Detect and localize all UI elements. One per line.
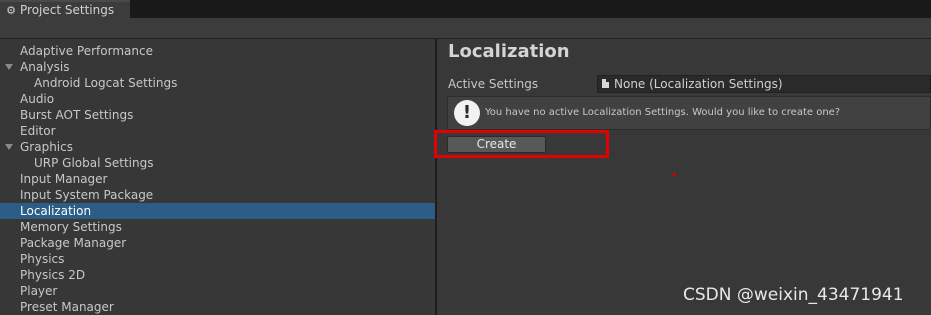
sidebar-item-label: Android Logcat Settings	[34, 76, 178, 90]
sidebar-item-label: URP Global Settings	[34, 156, 154, 170]
watermark: CSDN @weixin_43471941	[683, 285, 904, 305]
sidebar-item-input-manager[interactable]: Input Manager	[0, 171, 435, 187]
create-button[interactable]: Create	[447, 136, 546, 153]
sidebar-item-label: Physics	[20, 252, 65, 266]
warning-helpbox: ! You have no active Localization Settin…	[447, 96, 931, 130]
sidebar-item-label: Editor	[20, 124, 56, 138]
sidebar-item-adaptive-performance[interactable]: Adaptive Performance	[0, 43, 435, 59]
window-titlebar: ⚙ Project Settings	[0, 0, 931, 18]
sidebar-item-label: Localization	[20, 204, 92, 218]
sidebar-item-label: Preset Manager	[20, 300, 114, 314]
sidebar-item-label: Burst AOT Settings	[20, 108, 134, 122]
sidebar-item-graphics[interactable]: Graphics	[0, 139, 435, 155]
help-message: You have no active Localization Settings…	[485, 107, 841, 118]
sidebar-item-label: Analysis	[20, 60, 70, 74]
sidebar-item-player[interactable]: Player	[0, 283, 435, 299]
sidebar-item-burst-aot-settings[interactable]: Burst AOT Settings	[0, 107, 435, 123]
settings-sidebar: Adaptive Performance Analysis Android Logc…	[0, 39, 437, 315]
sidebar-item-label: Physics 2D	[20, 268, 86, 282]
sidebar-item-physics-2d[interactable]: Physics 2D	[0, 267, 435, 283]
active-settings-label: Active Settings	[448, 77, 539, 91]
sidebar-item-android-logcat-settings[interactable]: Android Logcat Settings	[0, 75, 435, 91]
sidebar-item-label: Input Manager	[20, 172, 108, 186]
tab-title: Project Settings	[20, 3, 115, 17]
sidebar-item-label: Audio	[20, 92, 55, 106]
document-icon	[602, 79, 609, 88]
sidebar-item-label: Graphics	[20, 140, 73, 154]
sidebar-item-audio[interactable]: Audio	[0, 91, 435, 107]
sidebar-item-physics[interactable]: Physics	[0, 251, 435, 267]
settings-panel: Localization Active Settings None (Local…	[434, 39, 931, 315]
sidebar-item-preset-manager[interactable]: Preset Manager	[0, 299, 435, 315]
tab-project-settings[interactable]: ⚙ Project Settings	[0, 0, 130, 18]
sidebar-item-urp-global-settings[interactable]: URP Global Settings	[0, 155, 435, 171]
sidebar-item-label: Input System Package	[20, 188, 154, 202]
active-settings-field[interactable]: None (Localization Settings)	[597, 75, 931, 93]
gear-icon: ⚙	[6, 3, 16, 17]
sidebar-item-label: Package Manager	[20, 236, 127, 250]
active-settings-value: None (Localization Settings)	[614, 77, 783, 91]
sidebar-item-memory-settings[interactable]: Memory Settings	[0, 219, 435, 235]
foldout-arrow-icon[interactable]	[5, 64, 13, 70]
sidebar-item-analysis[interactable]: Analysis	[0, 59, 435, 75]
sidebar-item-label: Adaptive Performance	[20, 44, 153, 58]
page-title: Localization	[448, 41, 570, 62]
sidebar-item-package-manager[interactable]: Package Manager	[0, 235, 435, 251]
toolbar	[0, 18, 931, 39]
warning-icon: !	[454, 100, 480, 126]
red-dot-mark	[673, 173, 676, 176]
sidebar-item-input-system-package[interactable]: Input System Package	[0, 187, 435, 203]
sidebar-item-label: Player	[20, 284, 58, 298]
sidebar-item-localization[interactable]: Localization	[0, 203, 435, 219]
foldout-arrow-icon[interactable]	[5, 144, 13, 150]
sidebar-item-label: Memory Settings	[20, 220, 122, 234]
sidebar-item-editor[interactable]: Editor	[0, 123, 435, 139]
